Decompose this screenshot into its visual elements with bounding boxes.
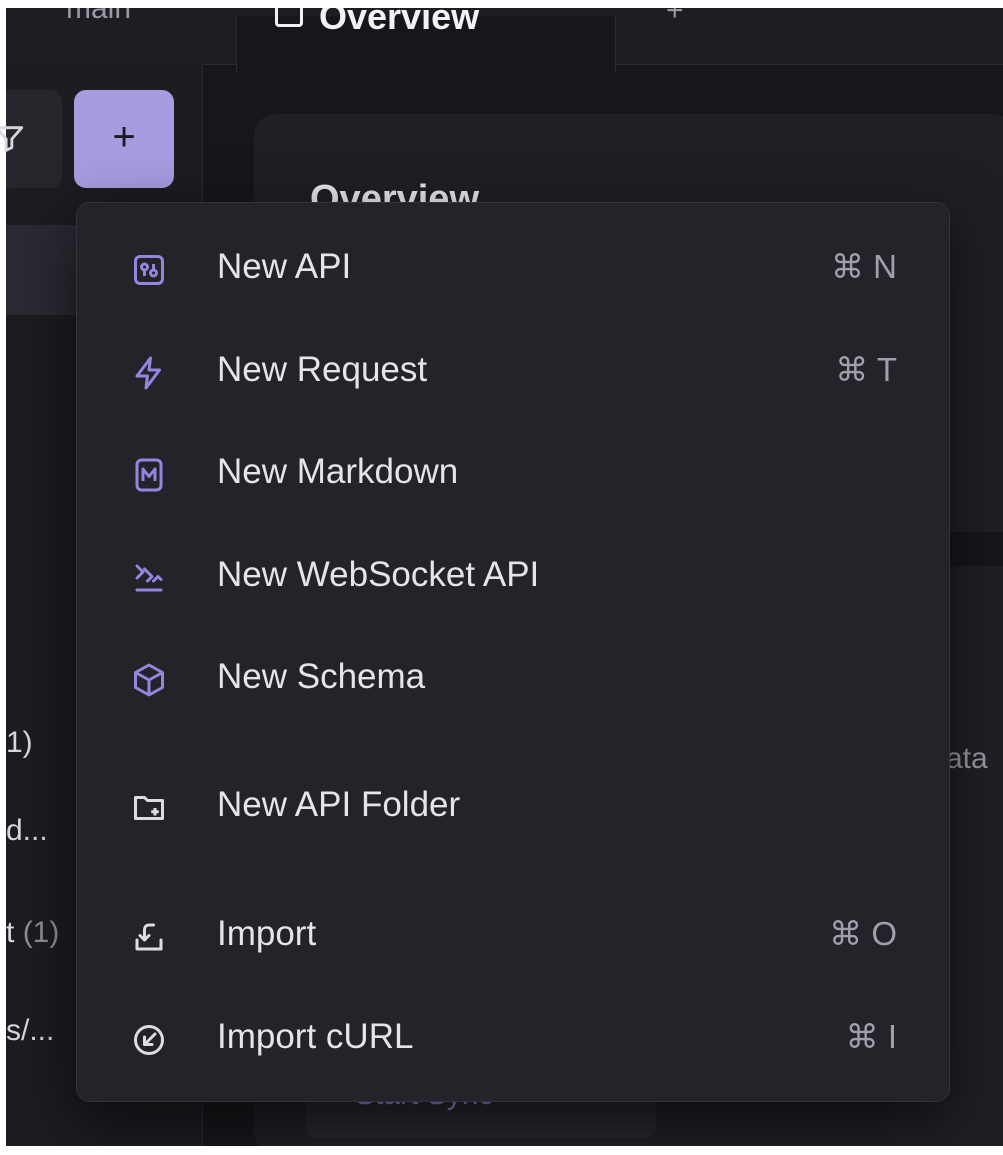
- sidebar-item-label: 1): [6, 726, 33, 759]
- sidebar-item[interactable]: d...: [6, 814, 48, 848]
- add-button[interactable]: +: [74, 90, 174, 188]
- folder-plus-icon: [134, 796, 164, 820]
- screen-edge-top: [0, 0, 1003, 8]
- cube-icon: [134, 663, 164, 697]
- menu-item-label: New Markdown: [217, 452, 459, 491]
- sidebar-item-label: s/...: [6, 1014, 55, 1047]
- sidebar-item[interactable]: t (1): [6, 916, 59, 950]
- menu-item-label: New Schema: [217, 657, 426, 696]
- screen-edge-bottom: [0, 1146, 1003, 1155]
- filter-button[interactable]: [0, 90, 62, 188]
- api-icon: [134, 255, 164, 285]
- import-icon: [135, 923, 163, 951]
- menu-item-shortcut: ⌘ T: [835, 351, 897, 388]
- menu-item-label: New WebSocket API: [217, 555, 540, 594]
- menu-item-label: New Request: [217, 350, 428, 389]
- markdown-icon: [135, 458, 163, 492]
- websocket-icon: [135, 564, 163, 592]
- sidebar-item[interactable]: s/...: [6, 1014, 54, 1048]
- menu-item-new-markdown[interactable]: New Markdown: [77, 430, 949, 520]
- lightning-icon: [135, 356, 161, 390]
- overview-icon: [275, 6, 303, 27]
- menu-item-import[interactable]: Import ⌘ O: [77, 892, 949, 982]
- overview-text-fragment: ata: [946, 742, 988, 775]
- menu-item-shortcut: ⌘ N: [831, 248, 897, 285]
- curl-import-icon: [134, 1025, 164, 1055]
- menu-item-import-curl[interactable]: Import cURL ⌘ I: [77, 995, 949, 1085]
- menu-item-shortcut: ⌘ I: [845, 1018, 897, 1055]
- menu-item-label: Import: [217, 914, 317, 953]
- sidebar-item[interactable]: 1): [6, 726, 33, 760]
- filter-icon: [0, 126, 24, 152]
- sidebar-item-label: t: [6, 916, 15, 949]
- menu-item-new-websocket-api[interactable]: New WebSocket API: [77, 533, 949, 623]
- menu-item-shortcut: ⌘ O: [829, 915, 897, 952]
- menu-item-new-schema[interactable]: New Schema: [77, 635, 949, 725]
- tab-bar: main Overview +: [6, 0, 1003, 72]
- tab-overview[interactable]: Overview: [236, 0, 616, 72]
- menu-item-new-api[interactable]: New API ⌘ N: [77, 225, 949, 315]
- new-item-menu: New API ⌘ N New Request ⌘ T New Markdown…: [76, 202, 950, 1102]
- sidebar-item-count: (1): [22, 916, 60, 949]
- menu-item-label: Import cURL: [217, 1017, 414, 1056]
- menu-item-new-request[interactable]: New Request ⌘ T: [77, 328, 949, 418]
- menu-item-label: New API Folder: [217, 785, 461, 824]
- menu-item-label: New API: [217, 247, 352, 286]
- menu-item-new-api-folder[interactable]: New API Folder: [77, 763, 949, 853]
- sidebar-item-label: d...: [6, 814, 48, 847]
